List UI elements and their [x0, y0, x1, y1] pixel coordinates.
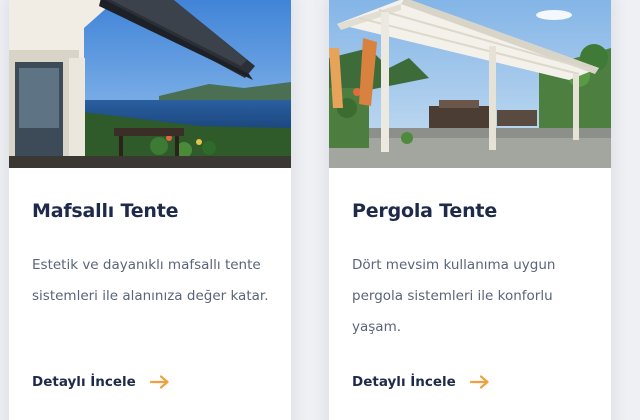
details-link[interactable]: Detaylı İncele: [352, 374, 490, 390]
awning-photo: [9, 0, 291, 168]
card-description: Dört mevsim kullanıma uygun pergola sist…: [352, 257, 556, 335]
arrow-right-icon: [149, 375, 170, 389]
product-card-mafsalli: Mafsallı Tente Estetik ve dayanıklı mafs…: [9, 0, 291, 420]
details-link[interactable]: Detaylı İncele: [32, 374, 170, 390]
card-description: Estetik ve dayanıklı mafsallı tente sist…: [32, 257, 269, 304]
product-card-pergola: Pergola Tente Dört mevsim kullanıma uygu…: [329, 0, 611, 420]
card-title: Mafsallı Tente: [32, 200, 179, 222]
details-link-label: Detaylı İncele: [32, 374, 136, 390]
card-title: Pergola Tente: [352, 200, 498, 222]
pergola-photo: [329, 0, 611, 168]
details-link-label: Detaylı İncele: [352, 374, 456, 390]
arrow-right-icon: [469, 375, 490, 389]
